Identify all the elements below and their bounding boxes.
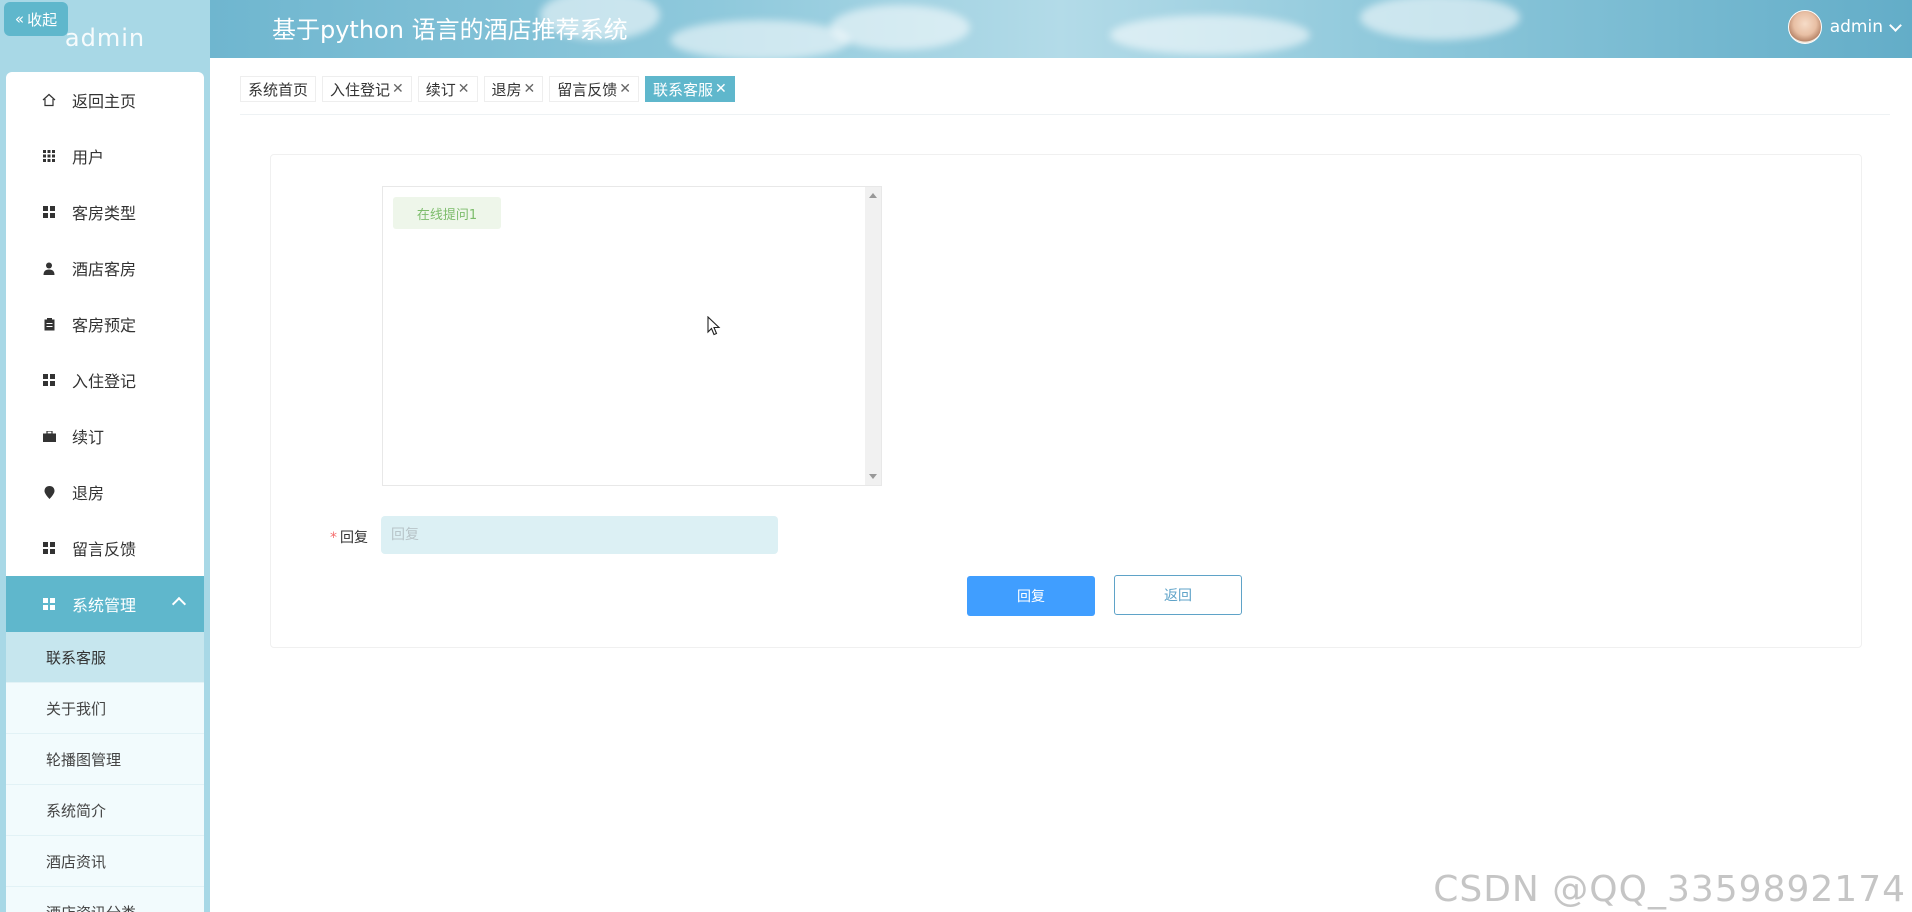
scroll-up-icon[interactable] bbox=[869, 193, 877, 198]
tab-check-out[interactable]: 退房 ✕ bbox=[483, 76, 544, 102]
tab-bar: 系统首页 入住登记 ✕ 续订 ✕ 退房 ✕ 留言反馈 ✕ 联系客服 ✕ bbox=[240, 76, 735, 102]
sidebar-menu: 返回主页 用户 客房类型 酒店客房 客房预定 入住登记 续订 退房 留言反馈 系… bbox=[6, 72, 204, 912]
tab-check-in[interactable]: 入住登记 ✕ bbox=[322, 76, 412, 102]
sidebar-item-label: 续订 bbox=[72, 428, 105, 447]
cloud-decoration bbox=[670, 20, 850, 58]
sidebar-item-label: 退房 bbox=[72, 484, 105, 503]
close-icon[interactable]: ✕ bbox=[458, 81, 470, 97]
chat-message: 在线提问1 bbox=[393, 197, 501, 229]
tab-label: 系统首页 bbox=[248, 80, 309, 99]
sidebar-subitem-hotel-news[interactable]: 酒店资讯 bbox=[6, 836, 204, 887]
grid-icon bbox=[38, 374, 60, 386]
double-chevron-left-icon: « bbox=[14, 10, 25, 28]
cloud-decoration bbox=[1110, 15, 1310, 55]
chat-history[interactable]: 在线提问1 bbox=[382, 186, 882, 486]
scroll-down-icon[interactable] bbox=[869, 474, 877, 479]
sidebar-item-label: 用户 bbox=[72, 148, 105, 167]
watermark: CSDN @QQ_3359892174 bbox=[1433, 869, 1906, 910]
sidebar-item-room-booking[interactable]: 客房预定 bbox=[6, 296, 204, 352]
briefcase-icon bbox=[38, 430, 60, 442]
tab-home[interactable]: 系统首页 bbox=[240, 76, 317, 102]
reply-field-label: * 回复 bbox=[330, 527, 368, 547]
tab-label: 退房 bbox=[491, 80, 522, 99]
sidebar-item-label: 入住登记 bbox=[72, 372, 137, 391]
clipboard-icon bbox=[38, 317, 60, 331]
tab-renewal[interactable]: 续订 ✕ bbox=[417, 76, 478, 102]
user-menu[interactable]: admin bbox=[1787, 10, 1902, 44]
tab-label: 联系客服 bbox=[653, 80, 714, 99]
sidebar-item-label: 客房类型 bbox=[72, 204, 137, 223]
user-icon bbox=[38, 262, 60, 275]
sidebar-item-feedback[interactable]: 留言反馈 bbox=[6, 520, 204, 576]
sidebar-item-users[interactable]: 用户 bbox=[6, 128, 204, 184]
tab-feedback[interactable]: 留言反馈 ✕ bbox=[549, 76, 640, 102]
grid-icon bbox=[38, 206, 60, 218]
sidebar-subitem-contact-service[interactable]: 联系客服 bbox=[6, 632, 204, 683]
sidebar-item-label: 酒店客房 bbox=[72, 260, 137, 279]
sidebar-subitem-about-us[interactable]: 关于我们 bbox=[6, 683, 204, 734]
reply-input[interactable] bbox=[381, 516, 778, 554]
tab-label: 续订 bbox=[425, 80, 456, 99]
reply-label-text: 回复 bbox=[340, 530, 368, 546]
divider bbox=[240, 114, 1890, 115]
close-icon[interactable]: ✕ bbox=[392, 81, 404, 97]
reply-submit-button[interactable]: 回复 bbox=[967, 576, 1095, 616]
sidebar-subitem-system-intro[interactable]: 系统简介 bbox=[6, 785, 204, 836]
scrollbar[interactable] bbox=[865, 187, 881, 485]
top-header: 基于python 语言的酒店推荐系统 admin bbox=[210, 0, 1912, 58]
sidebar-item-home[interactable]: 返回主页 bbox=[6, 72, 204, 128]
sidebar-item-room-types[interactable]: 客房类型 bbox=[6, 184, 204, 240]
sidebar-item-label: 系统管理 bbox=[72, 596, 137, 615]
tab-label: 留言反馈 bbox=[557, 80, 618, 99]
pin-icon bbox=[38, 485, 60, 499]
home-icon bbox=[38, 93, 60, 107]
sidebar-item-hotel-rooms[interactable]: 酒店客房 bbox=[6, 240, 204, 296]
app-title: 基于python 语言的酒店推荐系统 bbox=[272, 16, 628, 44]
sidebar-item-system-management[interactable]: 系统管理 bbox=[6, 576, 204, 632]
collapse-label: 收起 bbox=[27, 10, 58, 29]
close-icon[interactable]: ✕ bbox=[524, 81, 536, 97]
collapse-button[interactable]: « 收起 bbox=[4, 2, 68, 36]
sidebar-item-label: 返回主页 bbox=[72, 92, 137, 111]
back-button[interactable]: 返回 bbox=[1114, 575, 1242, 615]
user-name: admin bbox=[1829, 17, 1883, 37]
sidebar-item-check-in[interactable]: 入住登记 bbox=[6, 352, 204, 408]
grid-icon bbox=[38, 598, 60, 610]
tab-contact-service[interactable]: 联系客服 ✕ bbox=[645, 76, 735, 102]
close-icon[interactable]: ✕ bbox=[715, 81, 727, 97]
cloud-decoration bbox=[1360, 0, 1520, 40]
cloud-decoration bbox=[830, 5, 970, 50]
sidebar: admin « 收起 返回主页 用户 客房类型 酒店客房 客房预定 入住登记 续… bbox=[0, 0, 210, 912]
avatar bbox=[1787, 10, 1822, 44]
sidebar-item-label: 客房预定 bbox=[72, 316, 137, 335]
sidebar-item-check-out[interactable]: 退房 bbox=[6, 464, 204, 520]
tab-label: 入住登记 bbox=[330, 80, 391, 99]
close-icon[interactable]: ✕ bbox=[619, 81, 631, 97]
grid-icon bbox=[38, 150, 60, 162]
sidebar-item-label: 留言反馈 bbox=[72, 540, 137, 559]
sidebar-item-renewal[interactable]: 续订 bbox=[6, 408, 204, 464]
required-marker: * bbox=[330, 530, 337, 546]
sidebar-subitem-carousel[interactable]: 轮播图管理 bbox=[6, 734, 204, 785]
grid-icon bbox=[38, 542, 60, 554]
chevron-up-icon bbox=[171, 596, 187, 612]
sidebar-subitem-hotel-news-category[interactable]: 酒店资讯分类 bbox=[6, 887, 204, 912]
chevron-down-icon bbox=[1889, 18, 1902, 32]
